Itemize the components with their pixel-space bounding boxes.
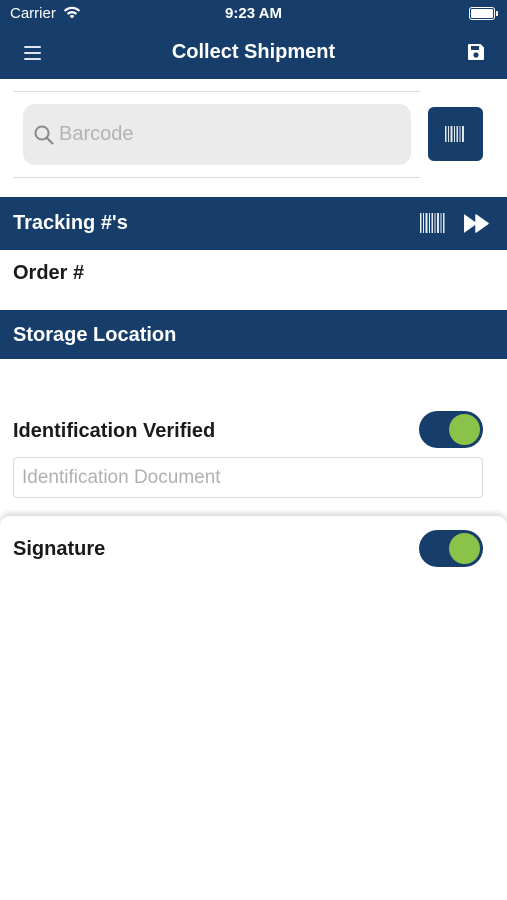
tracking-title: Tracking #'s [13,212,128,234]
page-title: Collect Shipment [171,41,336,63]
identification-document-field[interactable] [13,457,483,498]
barcode-icon [445,126,464,142]
clock: 9:23 AM [225,5,282,22]
scan-barcode-button[interactable] [428,107,483,161]
signature-toggle[interactable] [419,530,483,567]
divider [13,177,420,178]
divider [13,91,420,92]
barcode-input[interactable] [59,104,399,165]
identification-verified-label: Identification Verified [13,420,216,442]
toggle-knob [449,414,480,445]
storage-location-header: Storage Location [0,310,507,359]
barcode-icon[interactable] [420,213,445,233]
navigation-bar: Collect Shipment [0,28,507,79]
toggle-knob [449,533,480,564]
storage-location-title: Storage Location [13,324,177,346]
tracking-section-header: Tracking #'s [0,197,507,250]
signature-panel: Signature [0,516,507,900]
identification-verified-toggle[interactable] [419,411,483,448]
barcode-search [23,104,411,165]
fast-forward-icon[interactable] [464,214,490,233]
status-bar: Carrier 9:23 AM [0,0,507,28]
signature-label: Signature [13,538,106,560]
battery-icon [469,7,498,20]
order-number-label: Order # [13,262,85,284]
menu-icon[interactable] [22,43,44,63]
save-icon[interactable] [467,43,485,61]
search-icon [34,125,54,145]
